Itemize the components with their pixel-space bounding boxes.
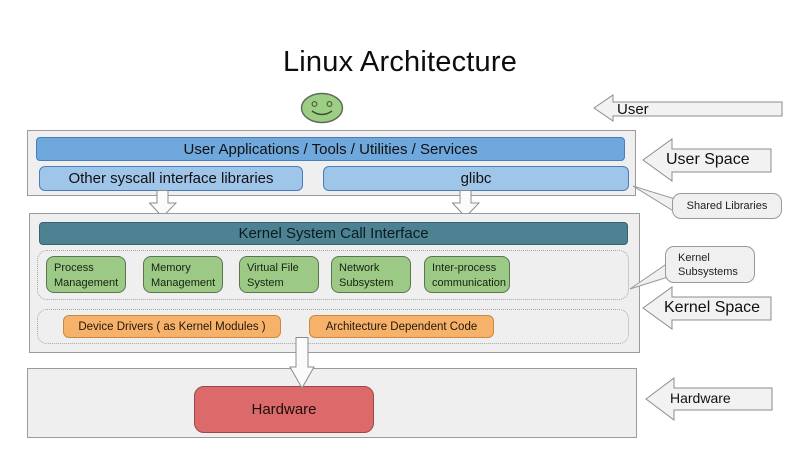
hardware-arrow-label: Hardware xyxy=(670,390,731,406)
shared-libraries-callout-tail xyxy=(633,186,675,212)
callout-tails xyxy=(0,0,800,452)
hardware-flow-arrow down-arrow-icon xyxy=(289,337,315,389)
linux-architecture-diagram: Linux Architecture User User Application… xyxy=(0,0,800,452)
user-arrow-label: User xyxy=(617,101,649,118)
kernel-subsystems-callout-tail xyxy=(630,263,668,289)
kernel-space-arrow-label: Kernel Space xyxy=(664,299,760,317)
kernel-subsystems-callout: Kernel Subsystems xyxy=(665,246,755,283)
user-space-arrow-label: User Space xyxy=(666,151,750,169)
shared-libraries-callout: Shared Libraries xyxy=(672,193,782,219)
